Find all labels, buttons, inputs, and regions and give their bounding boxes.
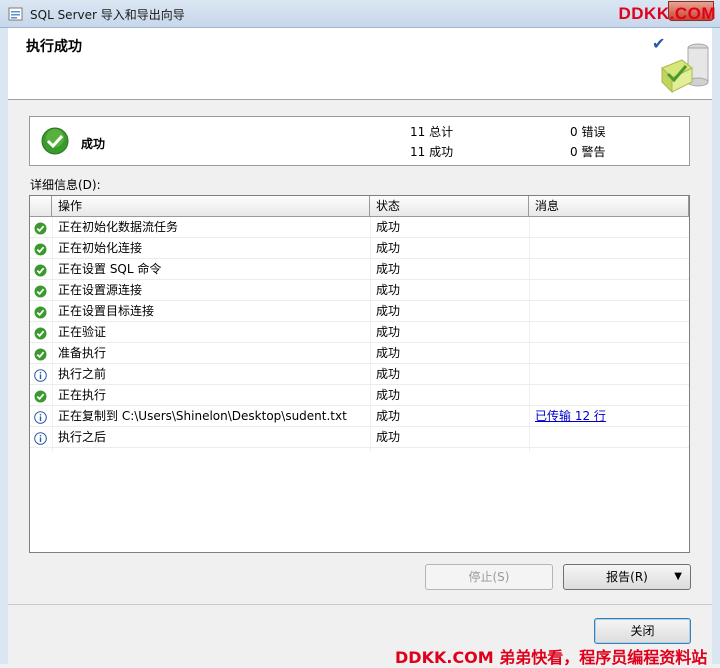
row-action: 正在初始化连接 [58,241,143,255]
title-bar: SQL Server 导入和导出向导 [0,0,720,28]
success-check-icon [34,242,47,256]
table-row[interactable]: 正在设置 SQL 命令 成功 [30,259,689,280]
summary-total: 11 总计 [410,125,454,139]
table-row[interactable]: 正在验证 成功 [30,322,689,343]
report-button[interactable]: 报告(R) ▼ [563,564,691,590]
summary-status-text: 成功 [81,137,106,151]
row-status: 成功 [376,367,401,381]
details-table[interactable]: 操作 状态 消息 正在初始化数据流任务 成功 正在初始化连接 成功 正在设置 SQL 命… [29,195,690,553]
success-check-icon [34,284,47,298]
row-message-link[interactable]: 已传输 12 行 [535,409,606,423]
summary-success: 11 成功 [410,145,454,159]
info-icon [34,431,47,445]
row-action: 正在初始化数据流任务 [58,220,179,234]
table-row[interactable]: 正在初始化连接 成功 [30,238,689,259]
success-check-icon [34,389,47,403]
table-header: 操作 状态 消息 [30,196,689,217]
info-icon [34,410,47,424]
wizard-success-graphic-icon [661,43,709,94]
row-action: 正在设置 SQL 命令 [58,262,162,276]
dropdown-arrow-icon: ▼ [674,571,682,582]
row-action: 执行之后 [58,430,107,444]
window-title: SQL Server 导入和导出向导 [30,8,185,22]
table-row[interactable]: 正在设置源连接 成功 [30,280,689,301]
table-row[interactable]: 准备执行 成功 [30,343,689,364]
window-frame-left [0,28,8,664]
row-status: 成功 [376,346,401,360]
table-row[interactable]: 正在执行 成功 [30,385,689,406]
row-status: 成功 [376,388,401,402]
summary-warning: 0 警告 [570,145,606,159]
row-action: 准备执行 [58,346,107,360]
table-row[interactable]: 正在复制到 C:\Users\Shinelon\Desktop\sudent.t… [30,406,689,427]
row-message[interactable]: 已传输 12 行 [535,406,606,426]
row-status: 成功 [376,325,401,339]
row-status: 成功 [376,241,401,255]
details-label: 详细信息(D): [30,178,101,192]
row-status: 成功 [376,283,401,297]
table-row[interactable]: 正在初始化数据流任务 成功 [30,217,689,238]
row-action: 正在设置目标连接 [58,304,155,318]
header-action[interactable]: 操作 [52,196,370,216]
window-frame-right [712,28,720,664]
row-action: 正在复制到 C:\Users\Shinelon\Desktop\sudent.t… [58,409,347,423]
watermark-bottom: DDKK.COM 弟弟快看，程序员编程资料站 [395,648,708,667]
success-check-icon [34,305,47,319]
summary-panel: 成功 11 总计 11 成功 0 错误 0 警告 [29,116,690,166]
row-action: 正在执行 [58,388,107,402]
stop-button[interactable]: 停止(S) [425,564,553,590]
row-action: 正在设置源连接 [58,283,143,297]
success-check-icon [34,221,47,235]
row-action: 执行之前 [58,367,107,381]
success-check-icon [41,127,69,155]
wizard-header: 执行成功 ✔ [8,28,712,100]
row-status: 成功 [376,304,401,318]
table-row[interactable]: 执行之后 成功 [30,427,689,448]
close-button[interactable]: 关闭 [594,618,691,644]
summary-error: 0 错误 [570,125,606,139]
sql-server-icon [8,7,23,21]
page-title: 执行成功 [26,39,82,55]
header-icon-column [30,196,52,216]
row-status: 成功 [376,262,401,276]
header-status[interactable]: 状态 [370,196,529,216]
watermark-top: DDKK.COM [618,4,716,23]
info-icon [34,368,47,382]
table-row[interactable]: 执行之前 成功 [30,364,689,385]
row-status: 成功 [376,220,401,234]
report-button-label: 报告(R) [606,570,648,584]
table-row[interactable]: 正在设置目标连接 成功 [30,301,689,322]
success-check-icon [34,347,47,361]
row-status: 成功 [376,430,401,444]
row-action: 正在验证 [58,325,107,339]
row-status: 成功 [376,409,401,423]
success-check-icon [34,263,47,277]
footer-divider [8,604,712,605]
success-check-icon [34,326,47,340]
header-message[interactable]: 消息 [529,196,689,216]
